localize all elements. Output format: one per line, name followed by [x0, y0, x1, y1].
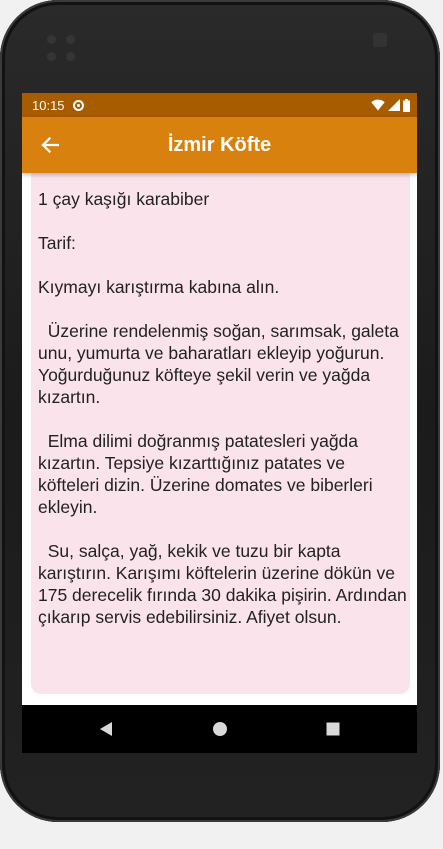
content-area[interactable]: 1 çay kaşığı karabiber Tarif: Kıymayı ka…	[22, 173, 417, 705]
app-notification-icon	[72, 99, 84, 111]
app-bar: İzmir Köfte	[22, 117, 417, 173]
phone-frame: 10:15 İzmir Köfte 1 çay kaşığı karabiber…	[0, 0, 440, 822]
status-time: 10:15	[32, 97, 65, 113]
wifi-icon	[371, 99, 385, 111]
screen: 10:15 İzmir Köfte 1 çay kaşığı karabiber…	[22, 93, 417, 753]
page-title: İzmir Köfte	[167, 134, 272, 156]
front-sensor	[373, 33, 387, 47]
recipe-text: 1 çay kaşığı karabiber Tarif: Kıymayı ka…	[38, 189, 407, 627]
nav-back-icon[interactable]	[95, 718, 117, 740]
signal-icon	[388, 99, 400, 111]
battery-icon	[403, 98, 410, 112]
recipe-card: 1 çay kaşığı karabiber Tarif: Kıymayı ka…	[31, 173, 410, 694]
nav-home-icon[interactable]	[209, 718, 231, 740]
navigation-bar	[22, 705, 417, 753]
nav-recents-icon[interactable]	[322, 718, 344, 740]
status-bar: 10:15	[22, 93, 417, 117]
